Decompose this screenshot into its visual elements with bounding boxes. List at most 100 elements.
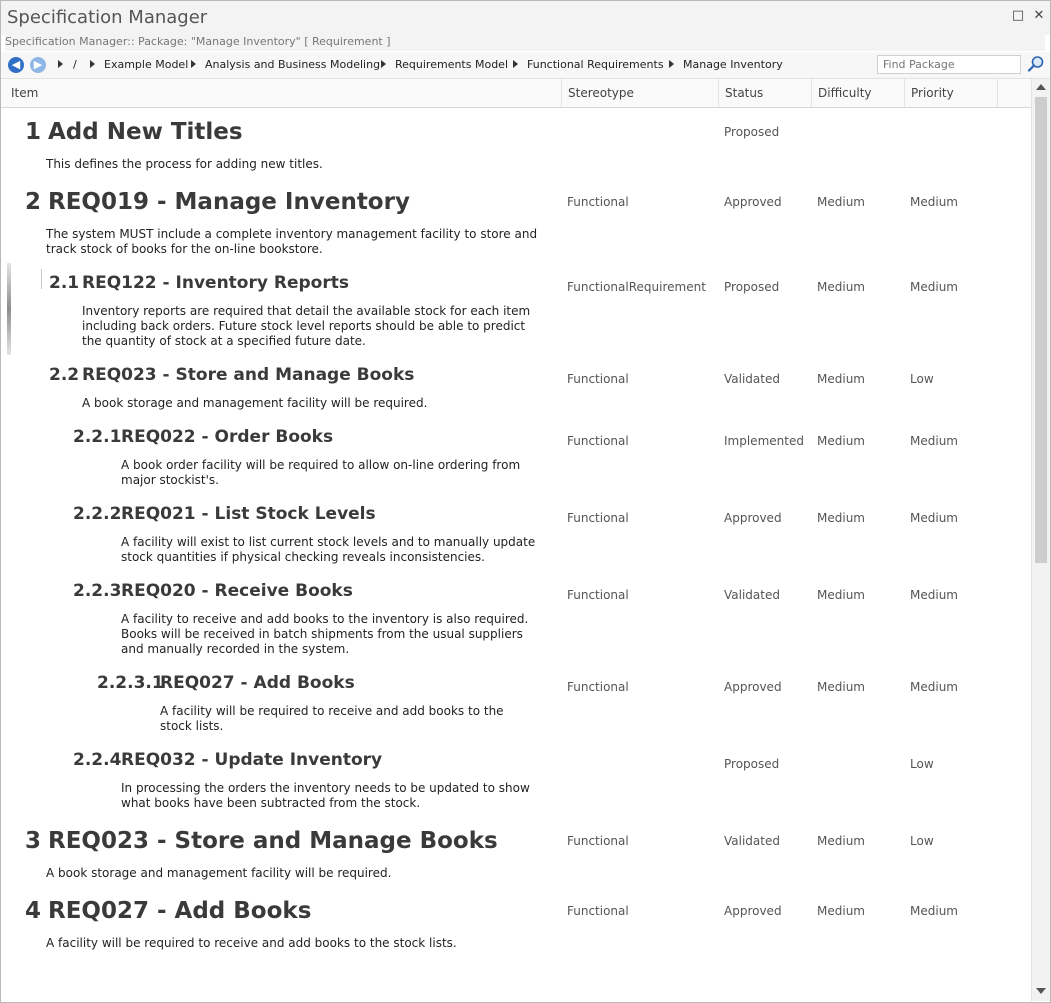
crumb-separator-icon[interactable]: [381, 60, 386, 68]
status-cell[interactable]: Validated: [724, 834, 780, 848]
requirement-description[interactable]: A facility will be required to receive a…: [46, 936, 551, 951]
difficulty-cell[interactable]: Medium: [817, 280, 865, 294]
requirement-description[interactable]: A facility will exist to list current st…: [121, 535, 546, 565]
status-cell[interactable]: Implemented: [724, 434, 804, 448]
priority-cell[interactable]: Medium: [910, 680, 958, 694]
close-button[interactable]: ✕: [1032, 9, 1046, 23]
requirement-title[interactable]: REQ023 - Store and Manage Books: [48, 828, 498, 854]
stereotype-cell[interactable]: Functional: [567, 195, 629, 209]
stereotype-cell[interactable]: Functional: [567, 834, 629, 848]
breadcrumb-root[interactable]: /: [73, 58, 77, 71]
breadcrumb-item[interactable]: Functional Requirements: [527, 58, 664, 71]
stereotype-cell[interactable]: Functional: [567, 434, 629, 448]
status-cell[interactable]: Approved: [724, 511, 782, 525]
stereotype-cell[interactable]: Functional: [567, 511, 629, 525]
requirement-title[interactable]: REQ022 - Order Books: [121, 427, 333, 447]
breadcrumb-item-current[interactable]: Manage Inventory: [683, 58, 783, 71]
requirement-description[interactable]: The system MUST include a complete inven…: [46, 227, 551, 257]
status-cell[interactable]: Proposed: [724, 280, 779, 294]
difficulty-cell[interactable]: Medium: [817, 434, 865, 448]
breadcrumb-item[interactable]: Requirements Model: [395, 58, 508, 71]
requirement-title[interactable]: REQ122 - Inventory Reports: [82, 273, 349, 293]
search-icon[interactable]: [1027, 55, 1045, 73]
forward-arrow-icon[interactable]: ▶: [30, 57, 46, 73]
requirement-description[interactable]: Inventory reports are required that deta…: [82, 304, 542, 349]
difficulty-cell[interactable]: Medium: [817, 904, 865, 918]
column-header-status[interactable]: Status: [719, 79, 812, 107]
crumb-separator-icon[interactable]: [669, 60, 674, 68]
requirement-title[interactable]: REQ027 - Add Books: [48, 898, 311, 924]
stereotype-cell[interactable]: FunctionalRequirement: [567, 280, 706, 294]
crumb-separator-icon[interactable]: [58, 60, 63, 68]
priority-cell[interactable]: Medium: [910, 904, 958, 918]
priority-cell[interactable]: Medium: [910, 280, 958, 294]
requirement-row[interactable]: 2.1 REQ122 - Inventory Reports Inventory r…: [1, 273, 1031, 348]
requirement-title[interactable]: REQ019 - Manage Inventory: [48, 189, 410, 215]
requirement-title[interactable]: REQ032 - Update Inventory: [121, 750, 382, 770]
requirement-description[interactable]: A book storage and management facility w…: [82, 396, 542, 411]
status-cell[interactable]: Validated: [724, 588, 780, 602]
requirement-description[interactable]: In processing the orders the inventory n…: [121, 781, 546, 811]
priority-cell[interactable]: Low: [910, 372, 934, 386]
difficulty-cell[interactable]: Medium: [817, 372, 865, 386]
restore-button[interactable]: □: [1011, 9, 1025, 23]
requirement-row[interactable]: 2.2.2 REQ021 - List Stock Levels A facilit…: [1, 504, 1031, 574]
scrollbar-thumb[interactable]: [1035, 97, 1047, 563]
status-cell[interactable]: Approved: [724, 680, 782, 694]
crumb-separator-icon[interactable]: [191, 60, 196, 68]
requirement-row[interactable]: 2 REQ019 - Manage Inventory The system MUS…: [1, 189, 1031, 259]
requirement-description[interactable]: A book order facility will be required t…: [121, 458, 546, 488]
column-header-priority[interactable]: Priority: [905, 79, 998, 107]
find-package-input[interactable]: [877, 55, 1021, 74]
difficulty-cell[interactable]: Medium: [817, 511, 865, 525]
difficulty-cell[interactable]: Medium: [817, 588, 865, 602]
breadcrumb-item[interactable]: Example Model: [104, 58, 188, 71]
priority-cell[interactable]: Low: [910, 834, 934, 848]
requirement-row[interactable]: 2.2 REQ023 - Store and Manage Books A book…: [1, 365, 1031, 435]
difficulty-cell[interactable]: Medium: [817, 834, 865, 848]
difficulty-cell[interactable]: Medium: [817, 195, 865, 209]
priority-cell[interactable]: Low: [910, 757, 934, 771]
requirement-description[interactable]: A facility will be required to receive a…: [160, 704, 535, 734]
back-arrow-icon[interactable]: ◀: [8, 57, 24, 73]
stereotype-cell[interactable]: Functional: [567, 372, 629, 386]
priority-cell[interactable]: Medium: [910, 511, 958, 525]
requirement-description[interactable]: This defines the process for adding new …: [46, 157, 551, 172]
requirement-title[interactable]: REQ021 - List Stock Levels: [121, 504, 376, 524]
priority-cell[interactable]: Medium: [910, 588, 958, 602]
requirement-row[interactable]: 4 REQ027 - Add Books A facility will be re…: [1, 898, 1031, 968]
requirement-row[interactable]: 3 REQ023 - Store and Manage Books A book s…: [1, 828, 1031, 898]
requirement-row[interactable]: 2.2.1 REQ022 - Order Books A book order fa…: [1, 427, 1031, 497]
column-header-item[interactable]: Item: [5, 79, 562, 107]
requirement-row[interactable]: 2.2.3.1 REQ027 - Add Books A facility will…: [1, 673, 1031, 743]
scroll-up-icon[interactable]: [1036, 84, 1046, 90]
requirement-title[interactable]: REQ027 - Add Books: [160, 673, 355, 693]
requirement-title[interactable]: REQ020 - Receive Books: [121, 581, 353, 601]
status-cell[interactable]: Proposed: [724, 757, 779, 771]
status-cell[interactable]: Approved: [724, 195, 782, 209]
breadcrumb-item[interactable]: Analysis and Business Modeling: [205, 58, 380, 71]
crumb-separator-icon[interactable]: [90, 60, 95, 68]
scroll-down-icon[interactable]: [1036, 988, 1046, 994]
requirement-title[interactable]: REQ023 - Store and Manage Books: [82, 365, 414, 385]
priority-cell[interactable]: Medium: [910, 434, 958, 448]
requirement-row[interactable]: 1 Add New Titles This defines the process …: [1, 119, 1031, 189]
status-cell[interactable]: Proposed: [724, 125, 779, 139]
crumb-separator-icon[interactable]: [513, 60, 518, 68]
vertical-scrollbar[interactable]: [1031, 79, 1050, 1001]
column-header-stereotype[interactable]: Stereotype: [562, 79, 719, 107]
requirement-row[interactable]: 2.2.3 REQ020 - Receive Books A facility to…: [1, 581, 1031, 656]
status-cell[interactable]: Validated: [724, 372, 780, 386]
requirement-title[interactable]: Add New Titles: [48, 119, 243, 145]
stereotype-cell[interactable]: Functional: [567, 904, 629, 918]
stereotype-cell[interactable]: Functional: [567, 588, 629, 602]
column-header-difficulty[interactable]: Difficulty: [812, 79, 905, 107]
stereotype-cell[interactable]: Functional: [567, 680, 629, 694]
status-cell[interactable]: Approved: [724, 904, 782, 918]
window-title: Specification Manager: [7, 7, 208, 28]
requirement-description[interactable]: A facility to receive and add books to t…: [121, 612, 546, 657]
requirement-description[interactable]: A book storage and management facility w…: [46, 866, 551, 881]
difficulty-cell[interactable]: Medium: [817, 680, 865, 694]
requirement-row[interactable]: 2.2.4 REQ032 - Update Inventory In process…: [1, 750, 1031, 820]
priority-cell[interactable]: Medium: [910, 195, 958, 209]
